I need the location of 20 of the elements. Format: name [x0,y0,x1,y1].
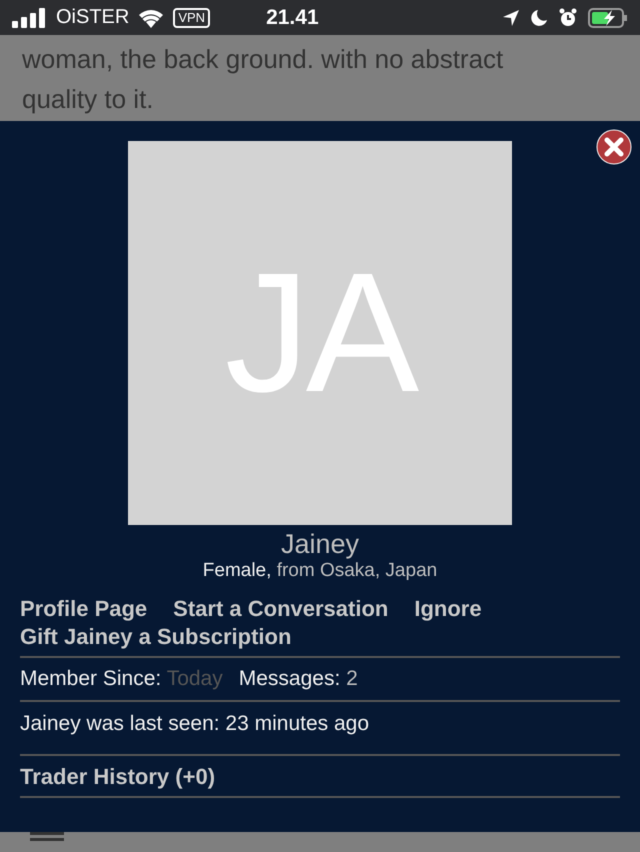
signal-icon [12,8,48,28]
battery-charging-icon [588,8,628,28]
profile-link[interactable]: Profile Page [20,596,148,622]
trader-history-link[interactable]: Trader History (+0) [20,764,216,789]
close-icon[interactable] [596,129,632,165]
last-seen-text: Jainey was last seen: 23 minutes ago [20,712,370,736]
alarm-clock-icon [558,8,578,28]
carrier-name: OiSTER [56,6,130,29]
location-arrow-icon [502,8,520,26]
user-name: Jainey [280,529,360,560]
user-details: Female, from Osaka, Japan [202,560,438,582]
moon-icon [530,8,548,26]
profile-link[interactable]: Start a Conversation [173,596,388,622]
profile-link[interactable]: Ignore [414,596,482,622]
member-since-text: Member Since: Today [20,667,223,691]
post-text: woman, the back ground. with no abstract quality to it. [21,43,504,116]
vpn-badge: VPN [173,8,210,28]
messages-text: Messages: 2 [238,667,358,691]
profile-link[interactable]: Gift Jainey a Subscription [20,624,292,650]
clock-time: 21.41 [266,6,319,30]
